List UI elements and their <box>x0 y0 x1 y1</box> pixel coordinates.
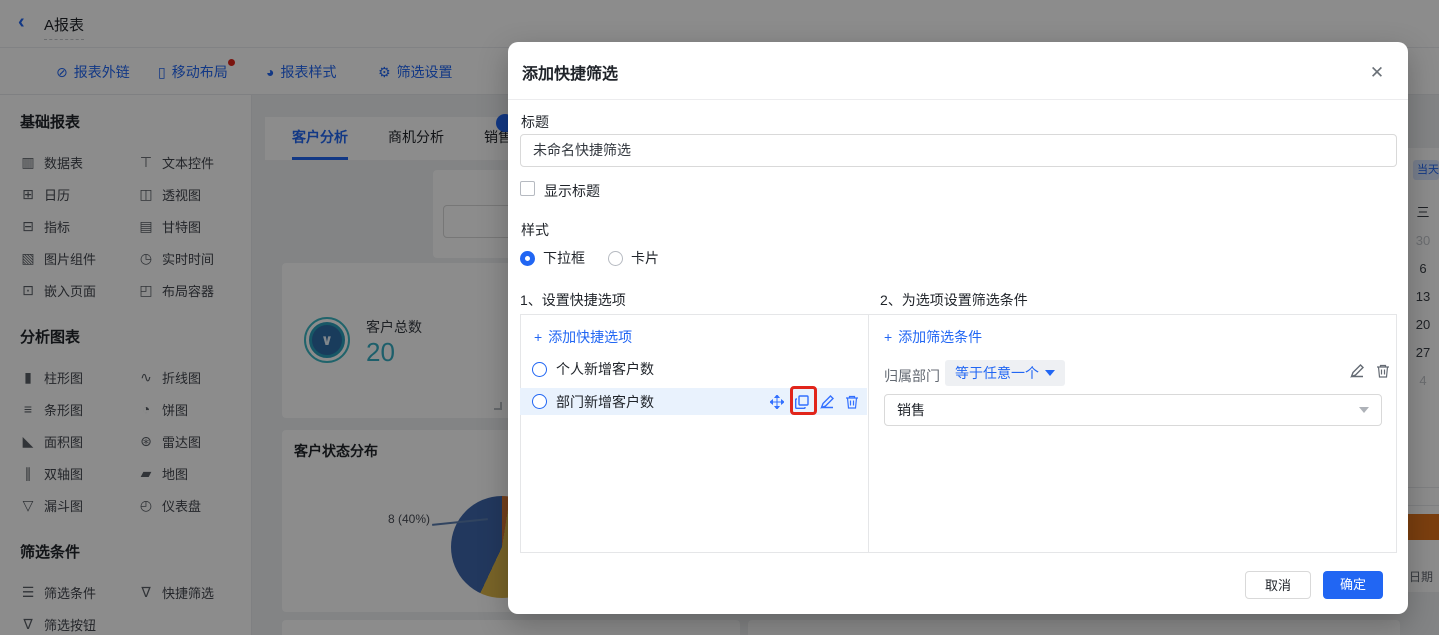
cancel-button[interactable]: 取消 <box>1245 571 1311 599</box>
plus-icon: + <box>884 329 893 345</box>
condition-value-label: 销售 <box>897 402 925 418</box>
quick-option-label: 个人新增客户数 <box>556 361 654 377</box>
quick-option-personal[interactable]: 个人新增客户数 <box>532 356 857 382</box>
divider <box>508 99 1408 100</box>
caret-down-icon <box>1359 407 1369 413</box>
trash-icon[interactable] <box>1376 364 1390 378</box>
condition-operator-label: 等于任意一个 <box>955 365 1039 381</box>
edit-icon[interactable] <box>820 394 834 409</box>
quick-filter-title-input[interactable]: 未命名快捷筛选 <box>520 134 1397 167</box>
modal-title: 添加快捷筛选 <box>522 66 619 83</box>
red-annotation-box <box>790 386 817 415</box>
app-root: ‹ A报表 ⊘ 报表外链 ▯ 移动布局 ◕ 报表样式 ⚙ 筛选设置 基础报表 ▥… <box>0 0 1439 635</box>
confirm-button[interactable]: 确定 <box>1323 571 1383 599</box>
condition-actions <box>1350 364 1390 378</box>
style-label: 样式 <box>521 222 549 238</box>
close-icon[interactable]: ✕ <box>1366 62 1388 84</box>
show-title-label: 显示标题 <box>544 183 600 199</box>
quick-option-label: 部门新增客户数 <box>556 393 654 410</box>
add-filter-condition-link[interactable]: + 添加筛选条件 <box>884 327 982 347</box>
style-option-label: 卡片 <box>631 250 659 266</box>
radio-selected-icon[interactable] <box>520 250 535 266</box>
radio-unselected-icon[interactable] <box>608 250 623 266</box>
caret-down-icon <box>1045 370 1055 376</box>
move-icon[interactable] <box>770 394 784 409</box>
radio-unselected-icon[interactable] <box>532 394 547 409</box>
right-panel-heading: 2、为选项设置筛选条件 <box>880 292 1028 308</box>
condition-value-select[interactable]: 销售 <box>884 394 1382 426</box>
add-filter-condition-label: 添加筛选条件 <box>898 329 983 345</box>
trash-icon[interactable] <box>845 395 859 409</box>
title-field-label: 标题 <box>521 114 549 130</box>
plus-icon: + <box>534 329 543 345</box>
left-panel-heading: 1、设置快捷选项 <box>520 292 626 308</box>
style-option-dropdown[interactable]: 下拉框 <box>520 248 585 268</box>
panel-divider <box>868 314 869 553</box>
style-option-card[interactable]: 卡片 <box>608 248 659 268</box>
add-quick-filter-modal: 添加快捷筛选 ✕ 标题 未命名快捷筛选 显示标题 样式 下拉框 卡片 1、设置快… <box>508 42 1408 614</box>
edit-icon[interactable] <box>1350 364 1364 378</box>
condition-field-name: 归属部门 <box>884 368 940 384</box>
style-option-label: 下拉框 <box>543 250 585 266</box>
show-title-checkbox[interactable] <box>520 181 535 196</box>
add-quick-option-label: 添加快捷选项 <box>548 329 633 345</box>
radio-unselected-icon[interactable] <box>532 361 547 377</box>
add-quick-option-link[interactable]: + 添加快捷选项 <box>534 327 632 347</box>
condition-operator-dropdown[interactable]: 等于任意一个 <box>945 360 1065 386</box>
quick-option-panels <box>520 314 1397 553</box>
